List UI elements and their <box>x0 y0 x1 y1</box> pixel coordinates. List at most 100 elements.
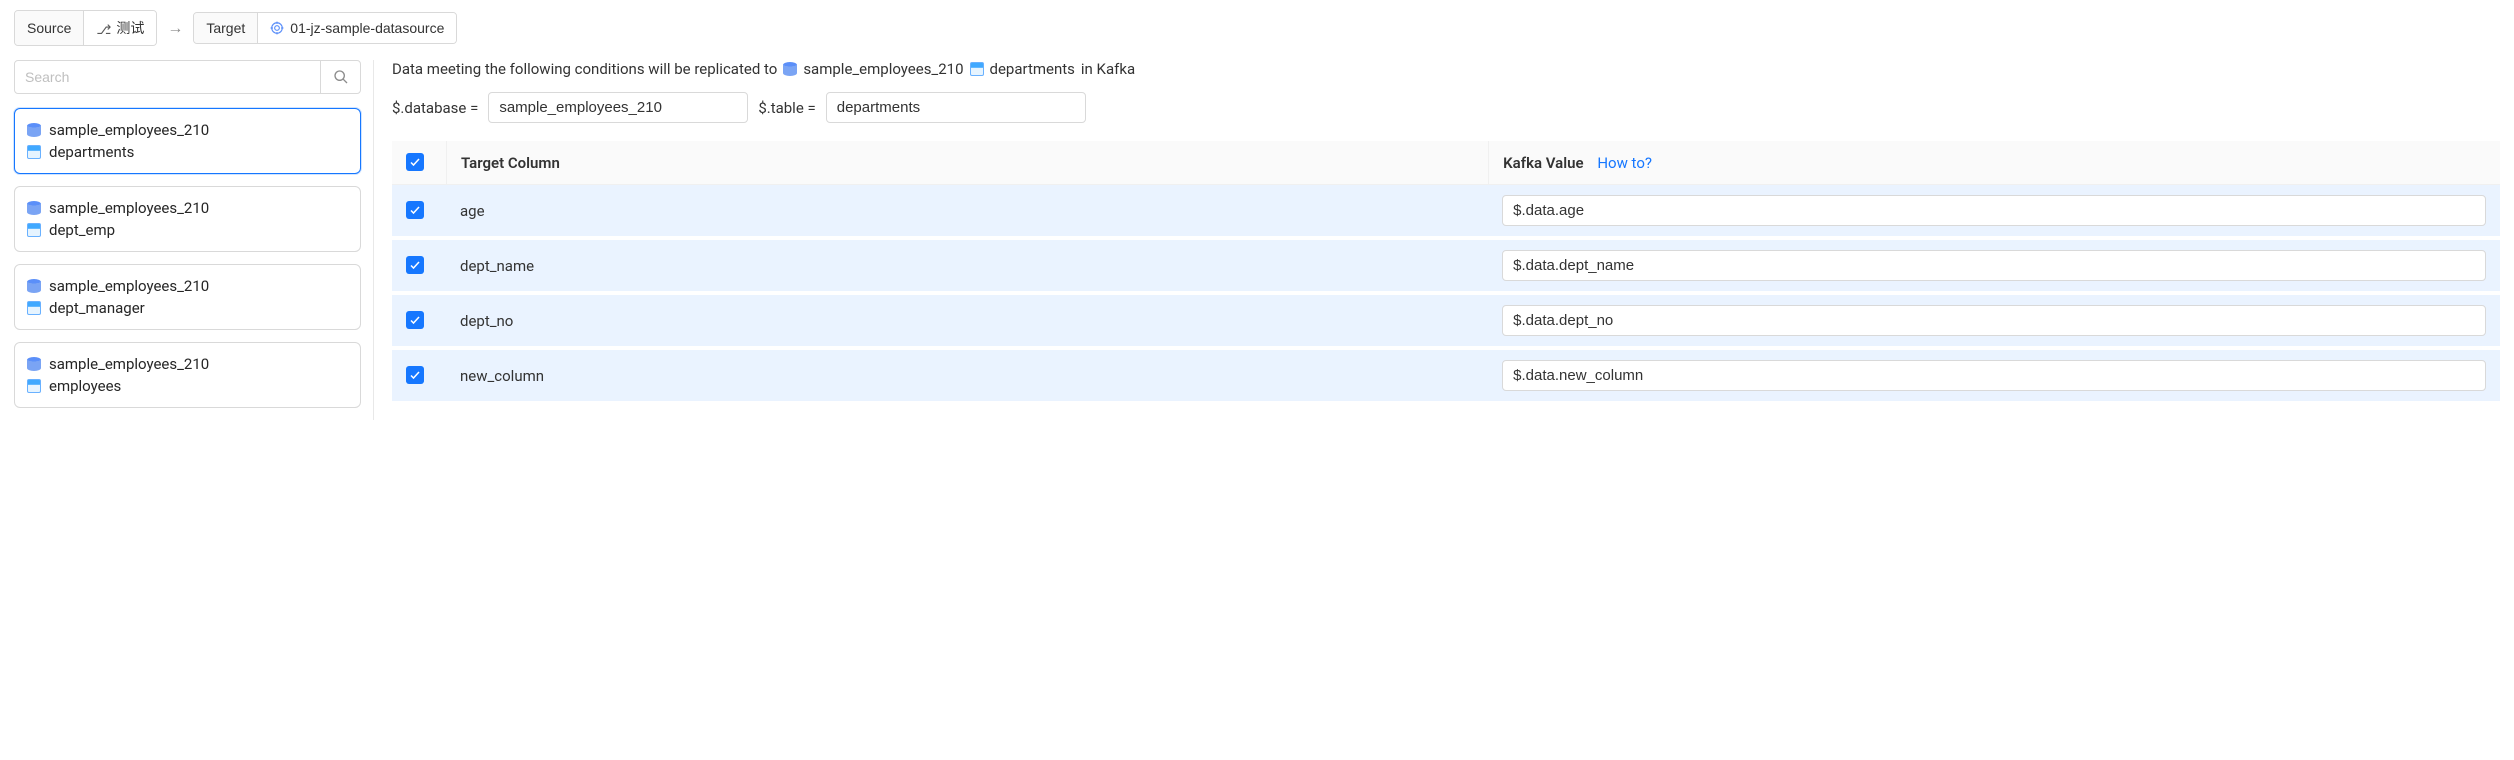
source-label: Source <box>27 20 71 36</box>
row-check-cell <box>392 350 446 405</box>
sidebar-item-db: sample_employees_210 <box>49 355 209 373</box>
sidebar-item[interactable]: sample_employees_210 dept_manager <box>14 264 361 330</box>
search-icon <box>333 69 349 85</box>
kafka-value-input[interactable] <box>1502 360 2486 391</box>
filter-db-input[interactable] <box>488 92 748 123</box>
row-value-cell <box>1488 295 2500 350</box>
row-check-cell <box>392 295 446 350</box>
description: Data meeting the following conditions wi… <box>392 60 2500 78</box>
target-button[interactable]: Target <box>194 13 257 43</box>
desc-table: departments <box>990 60 1075 78</box>
filter-db-label: $.database = <box>392 99 478 117</box>
desc-prefix: Data meeting the following conditions wi… <box>392 60 777 78</box>
sidebar-item-db-row: sample_employees_210 <box>27 275 348 297</box>
topbar: Source 测试 → Target 01-jz-sample-datasour… <box>14 10 2500 46</box>
sidebar-item-table: departments <box>49 143 134 161</box>
row-target-cell: dept_name <box>446 240 1488 295</box>
target-label: Target <box>206 20 245 36</box>
sidebar-item-table-row: employees <box>27 375 348 397</box>
row-checkbox[interactable] <box>406 256 424 274</box>
table-icon <box>27 301 41 315</box>
sidebar-item[interactable]: sample_employees_210 departments <box>14 108 361 174</box>
sidebar-item-table-row: dept_emp <box>27 219 348 241</box>
main-panel: Data meeting the following conditions wi… <box>392 60 2500 420</box>
sidebar-item-db-row: sample_employees_210 <box>27 353 348 375</box>
source-button[interactable]: Source <box>15 11 83 45</box>
sidebar-item-table: employees <box>49 377 121 395</box>
sidebar: sample_employees_210departmentssample_em… <box>14 60 374 420</box>
filter-table-input[interactable] <box>826 92 1086 123</box>
table-row: dept_no <box>392 295 2500 350</box>
sidebar-item-db-row: sample_employees_210 <box>27 197 348 219</box>
row-target-cell: new_column <box>446 350 1488 405</box>
kafka-value-input[interactable] <box>1502 305 2486 336</box>
table-row: age <box>392 185 2500 240</box>
arrow-icon: → <box>165 18 185 38</box>
row-target-cell: age <box>446 185 1488 240</box>
sidebar-item-db: sample_employees_210 <box>49 121 209 139</box>
table-icon <box>27 223 41 237</box>
value-header-text: Kafka Value <box>1503 154 1583 172</box>
row-check-cell <box>392 240 446 295</box>
table-row: dept_name <box>392 240 2500 295</box>
sidebar-item-table: dept_emp <box>49 221 115 239</box>
check-icon <box>409 204 421 216</box>
test-label: 测试 <box>116 18 144 38</box>
target-icon <box>270 21 284 35</box>
table-icon <box>27 379 41 393</box>
row-value-cell <box>1488 240 2500 295</box>
desc-suffix: in Kafka <box>1081 60 1135 78</box>
table-row: new_column <box>392 350 2500 405</box>
search-input[interactable] <box>15 61 320 93</box>
datasource-button[interactable]: 01-jz-sample-datasource <box>257 13 456 43</box>
check-icon <box>409 259 421 271</box>
row-target-cell: dept_no <box>446 295 1488 350</box>
database-icon <box>27 201 41 215</box>
branch-icon <box>96 21 110 35</box>
layout: sample_employees_210departmentssample_em… <box>14 60 2500 420</box>
header-check <box>392 141 446 185</box>
row-value-cell <box>1488 350 2500 405</box>
database-icon <box>783 62 797 76</box>
datasource-label: 01-jz-sample-datasource <box>290 20 444 36</box>
kafka-value-input[interactable] <box>1502 195 2486 226</box>
sidebar-item-db: sample_employees_210 <box>49 199 209 217</box>
database-icon <box>27 123 41 137</box>
filter-table-label: $.table = <box>758 99 815 117</box>
select-all-checkbox[interactable] <box>406 153 424 171</box>
check-icon <box>409 314 421 326</box>
sidebar-item[interactable]: sample_employees_210 dept_emp <box>14 186 361 252</box>
test-button[interactable]: 测试 <box>83 11 156 45</box>
row-value-cell <box>1488 185 2500 240</box>
row-checkbox[interactable] <box>406 366 424 384</box>
search-row <box>14 60 361 94</box>
table-body: agedept_namedept_nonew_column <box>392 185 2500 405</box>
check-icon <box>409 369 421 381</box>
table-icon <box>970 62 984 76</box>
mapping-table: Target Column Kafka Value How to? agedep… <box>392 141 2500 405</box>
sidebar-item[interactable]: sample_employees_210 employees <box>14 342 361 408</box>
table-header: Target Column Kafka Value How to? <box>392 141 2500 185</box>
target-group: Target 01-jz-sample-datasource <box>193 12 457 44</box>
row-checkbox[interactable] <box>406 201 424 219</box>
check-icon <box>409 156 421 168</box>
kafka-value-input[interactable] <box>1502 250 2486 281</box>
source-group: Source 测试 <box>14 10 157 46</box>
filter-row: $.database = $.table = <box>392 92 2500 123</box>
sidebar-item-db: sample_employees_210 <box>49 277 209 295</box>
row-check-cell <box>392 185 446 240</box>
header-value: Kafka Value How to? <box>1488 141 2500 185</box>
desc-db: sample_employees_210 <box>803 60 963 78</box>
sidebar-item-db-row: sample_employees_210 <box>27 119 348 141</box>
howto-link[interactable]: How to? <box>1597 154 1652 172</box>
database-icon <box>27 357 41 371</box>
header-target: Target Column <box>446 141 1488 185</box>
sidebar-item-table-row: dept_manager <box>27 297 348 319</box>
table-icon <box>27 145 41 159</box>
row-checkbox[interactable] <box>406 311 424 329</box>
sidebar-item-table: dept_manager <box>49 299 145 317</box>
sidebar-list: sample_employees_210departmentssample_em… <box>14 108 361 408</box>
database-icon <box>27 279 41 293</box>
search-button[interactable] <box>320 61 360 93</box>
sidebar-item-table-row: departments <box>27 141 348 163</box>
